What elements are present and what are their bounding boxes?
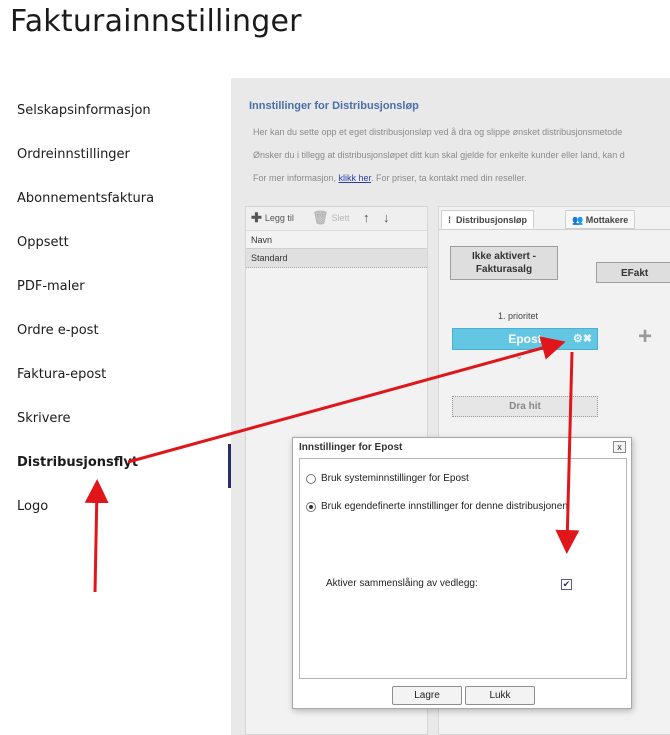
dialog-body: Bruk systeminnstillinger for Epost Bruk …	[299, 458, 627, 679]
radio-custom-label: Bruk egendefinerte innstillinger for den…	[321, 501, 568, 512]
sidebar-item-abonnementsfaktura[interactable]: Abonnementsfaktura	[17, 191, 154, 206]
delete-button-label: Slett	[331, 213, 350, 223]
stage-button-fakturasalg[interactable]: Ikke aktivert - Fakturasalg	[450, 246, 558, 280]
dialog-close-icon[interactable]: x	[613, 441, 626, 453]
more-info-link[interactable]: klikk her	[339, 173, 372, 183]
sidebar: Selskapsinformasjon Ordreinnstillinger A…	[0, 78, 230, 735]
add-button-label: Legg til	[264, 213, 294, 223]
close-button[interactable]: Lukk	[465, 686, 535, 705]
sidebar-item-distribusjonsflyt[interactable]: Distribusjonsflyt	[17, 455, 138, 470]
description-suffix: . For priser, ta kontakt med din reselle…	[371, 173, 527, 183]
chip-actions: ⚙✖	[573, 329, 592, 349]
chevron-down-icon: ⌄	[515, 351, 524, 362]
merge-attachments-checkbox[interactable]: ✔	[561, 579, 572, 590]
radio-custom-control[interactable]	[306, 501, 316, 512]
sidebar-item-selskapsinformasjon[interactable]: Selskapsinformasjon	[17, 103, 151, 118]
drop-zone[interactable]: Dra hit	[452, 396, 598, 417]
move-up-button[interactable]: ↑	[363, 210, 370, 225]
trash-icon: 🗑	[312, 210, 329, 225]
sidebar-item-skrivere[interactable]: Skrivere	[17, 411, 71, 426]
stage-button-efaktura[interactable]: EFakt	[596, 262, 670, 283]
sidebar-item-ordre-epost[interactable]: Ordre e-post	[17, 323, 99, 338]
radio-system-control[interactable]	[306, 473, 316, 484]
delete-button[interactable]: 🗑 Slett	[312, 210, 350, 225]
description-line-1: Her kan du sette opp et eget distribusjo…	[253, 127, 623, 137]
users-icon: 👥	[572, 215, 584, 225]
epost-distribution-chip[interactable]: Epost ⚙✖	[452, 328, 598, 350]
move-down-button[interactable]: ↓	[383, 210, 390, 225]
tab-distribusjonslop-label: Distribusjonsløp	[456, 215, 528, 225]
add-priority-plus-icon[interactable]: +	[638, 323, 652, 351]
add-button[interactable]: ✚ Legg til	[251, 210, 294, 225]
description-line-2: Ønsker du i tillegg at distribusjonsløpe…	[253, 150, 625, 160]
description-line-3: For mer informasjon, klikk her. For pris…	[253, 173, 527, 183]
flow-icon: ⁞	[448, 215, 451, 225]
tab-mottakere-label: Mottakere	[585, 215, 629, 225]
settings-gear-icon[interactable]: ⚙	[573, 333, 583, 345]
sidebar-item-ordreinnstillinger[interactable]: Ordreinnstillinger	[17, 147, 130, 162]
priority-label: 1. prioritet	[498, 311, 539, 321]
epost-chip-label: Epost	[508, 332, 542, 346]
stage-button-efaktura-label: EFakt	[621, 268, 649, 279]
section-title: Innstillinger for Distribusjonsløp	[249, 100, 419, 112]
column-header-name[interactable]: Navn	[246, 231, 427, 249]
stage-button-line-1: Ikke aktivert -	[472, 251, 536, 262]
epost-settings-dialog: Innstillinger for Epost x Bruk systeminn…	[292, 437, 632, 709]
arrow-up-icon: ↑	[363, 210, 370, 225]
remove-close-icon[interactable]: ✖	[583, 333, 592, 345]
list-toolbar: ✚ Legg til 🗑 Slett ↑ ↓	[246, 207, 427, 231]
arrow-down-icon: ↓	[383, 210, 390, 225]
sidebar-item-logo[interactable]: Logo	[17, 499, 48, 514]
stage-button-line-2: Fakturasalg	[475, 264, 533, 275]
list-item[interactable]: Standard	[246, 249, 427, 268]
dialog-title: Innstillinger for Epost	[299, 442, 403, 453]
sidebar-item-pdf-maler[interactable]: PDF-maler	[17, 279, 85, 294]
page-title: Fakturainnstillinger	[10, 4, 302, 39]
radio-custom-settings[interactable]: Bruk egendefinerte innstillinger for den…	[306, 501, 568, 512]
save-button[interactable]: Lagre	[392, 686, 462, 705]
plus-icon: ✚	[251, 210, 262, 225]
sidebar-item-faktura-epost[interactable]: Faktura-epost	[17, 367, 106, 382]
tab-mottakere[interactable]: 👥 Mottakere	[565, 210, 636, 229]
merge-attachments-label: Aktiver sammenslåing av vedlegg:	[326, 578, 478, 589]
sidebar-item-oppsett[interactable]: Oppsett	[17, 235, 69, 250]
tab-distribusjonslop[interactable]: ⁞ Distribusjonsløp	[441, 210, 535, 229]
radio-system-settings[interactable]: Bruk systeminnstillinger for Epost	[306, 473, 469, 484]
description-prefix: For mer informasjon,	[253, 173, 339, 183]
radio-system-label: Bruk systeminnstillinger for Epost	[321, 473, 469, 484]
